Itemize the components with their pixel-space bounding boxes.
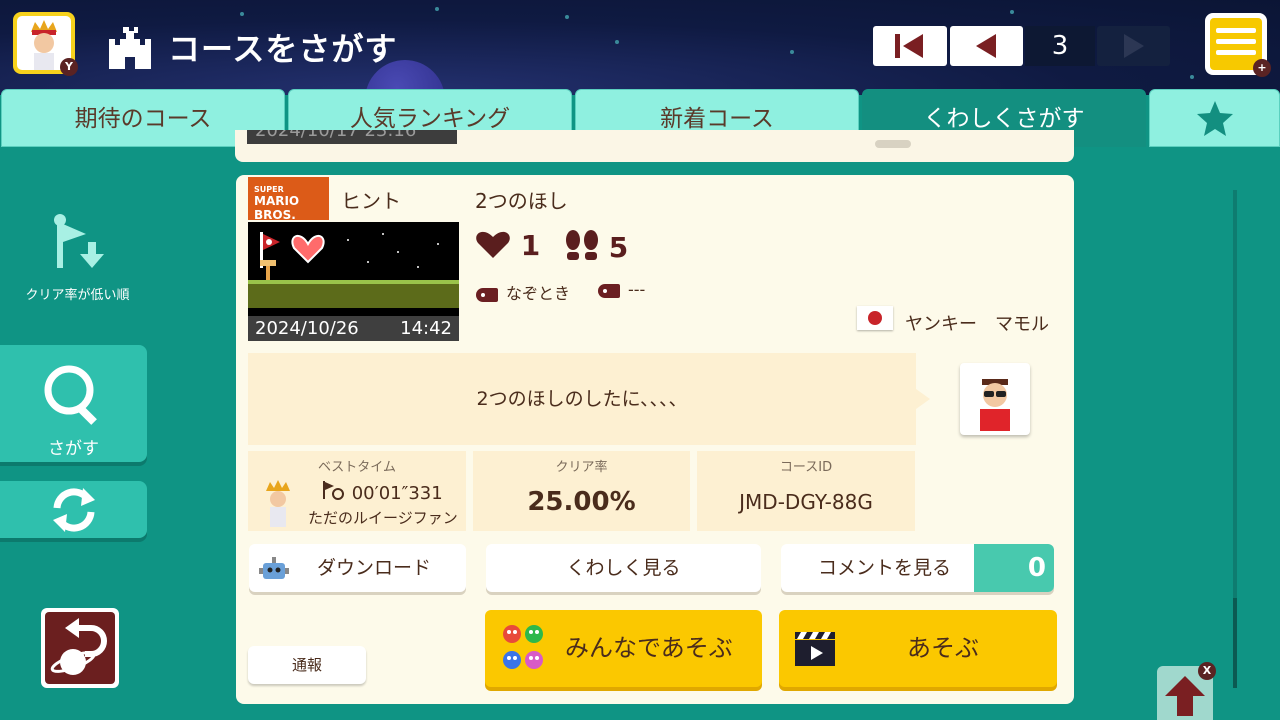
plus-button-badge: +: [1253, 59, 1271, 77]
first-page-button[interactable]: [873, 26, 947, 66]
upload-date: 2024/10/26: [255, 318, 359, 339]
skip-first-icon: [895, 34, 923, 58]
comment-count: 0: [974, 544, 1054, 592]
flag-timer-icon: [323, 481, 344, 500]
clapperboard-icon: [795, 632, 835, 666]
game-style-badge: SUPER MARIO BROS.: [248, 177, 329, 222]
star-decoration: [240, 12, 244, 16]
course-thumbnail[interactable]: 2024/10/26 14:42: [248, 222, 459, 341]
upload-time: 14:42: [400, 318, 452, 339]
likes-stat: 1: [475, 229, 540, 262]
search-label: さがす: [48, 439, 99, 459]
best-time-value: 00′01″331: [351, 483, 443, 504]
star-decoration: [615, 40, 619, 44]
tag-secondary: ---: [598, 280, 645, 299]
tag-icon: [476, 287, 498, 302]
view-comments-button[interactable]: コメントを見る 0: [781, 544, 1054, 592]
plays-count: 5: [608, 231, 629, 264]
multiplayer-play-button[interactable]: みんなであそぶ: [485, 610, 762, 687]
play-label: あそぶ: [907, 634, 979, 662]
style-badge-line1: SUPER: [254, 185, 284, 194]
scrollbar-thumb[interactable]: [1233, 598, 1237, 688]
star-decoration: [435, 7, 439, 11]
castle-icon: [109, 27, 151, 69]
back-button[interactable]: [41, 608, 119, 688]
download-button[interactable]: ダウンロード: [249, 544, 466, 592]
play-button[interactable]: あそぶ: [779, 610, 1057, 687]
search-button[interactable]: さがす: [0, 345, 147, 462]
course-description: 2つのほしのしたに、、、、: [248, 353, 930, 445]
sort-order-button[interactable]: クリア率が低い順: [0, 210, 155, 303]
star-decoration: [1010, 10, 1014, 14]
menu-button[interactable]: +: [1205, 13, 1271, 77]
flag-sort-down-icon: [53, 214, 104, 268]
refresh-button[interactable]: [0, 481, 147, 538]
sort-label: クリア率が低い順: [25, 288, 130, 303]
robot-download-icon: [259, 557, 289, 579]
report-button[interactable]: 通報: [248, 646, 366, 684]
multiplayer-icon: [503, 625, 543, 669]
arrow-left-icon: [976, 34, 996, 58]
comments-label: コメントを見る: [818, 557, 952, 579]
page-number: 3: [1025, 26, 1095, 66]
tag-secondary-label: ---: [628, 280, 646, 299]
course-name: ヒント: [341, 189, 401, 213]
star-decoration: [1190, 75, 1194, 79]
next-page-button[interactable]: [1097, 26, 1170, 66]
course-id-label: コースID: [779, 460, 833, 475]
view-details-button[interactable]: くわしく見る: [486, 544, 761, 592]
best-time-label: ベストタイム: [317, 460, 396, 475]
best-time-panel: ベストタイム 00′01″331 ただのルイージファン: [248, 451, 466, 531]
maker-avatar[interactable]: [960, 363, 1030, 435]
y-button-badge: Y: [60, 58, 78, 76]
footprints-icon: [566, 230, 598, 260]
multiplayer-play-label: みんなであそぶ: [565, 634, 733, 662]
japan-flag-icon: [857, 306, 893, 330]
course-id-value: JMD-DGY-88G: [739, 490, 873, 514]
best-time-holder[interactable]: ただのルイージファン: [308, 507, 458, 528]
refresh-icon: [52, 488, 95, 532]
avatar: [266, 480, 290, 527]
avatar: [980, 379, 1010, 431]
clear-rate-value: 25.00%: [527, 487, 636, 517]
style-badge-line2: MARIO BROS.: [254, 194, 300, 222]
course-id-panel: コースID JMD-DGY-88G: [697, 451, 915, 531]
star-decoration: [565, 15, 569, 19]
course-preview-image: [260, 232, 439, 282]
previous-flag: [875, 140, 911, 148]
clear-rate-panel: クリア率 25.00%: [473, 451, 690, 531]
maker-name[interactable]: ヤンキー マモル: [905, 310, 1049, 336]
tab-favorites[interactable]: [1149, 89, 1280, 147]
tag-icon: [598, 283, 620, 298]
likes-count: 1: [520, 229, 541, 262]
upload-datetime: 2024/10/26 14:42: [248, 316, 459, 341]
heart-icon: [476, 231, 510, 258]
page-title: コースをさがす: [168, 30, 398, 68]
plays-stat: 5: [565, 229, 628, 264]
scroll-top-button[interactable]: X: [1157, 662, 1216, 720]
best-time-row: 00′01″331: [320, 479, 443, 504]
previous-course-card[interactable]: 2024/10/17 23:16: [235, 130, 1074, 162]
course-title: 2つのほし: [475, 189, 568, 213]
download-label: ダウンロード: [317, 557, 432, 579]
back-arrow-icon: [50, 618, 107, 675]
previous-course-date: 2024/10/17 23:16: [247, 130, 457, 144]
x-button-badge: X: [1198, 662, 1216, 680]
tag-primary: なぞとき: [476, 280, 570, 304]
arrow-right-icon: [1124, 34, 1144, 58]
ground: [248, 284, 459, 308]
player-avatar-button[interactable]: Y: [13, 12, 78, 76]
previous-page-button[interactable]: [950, 26, 1023, 66]
star-decoration: [790, 50, 794, 54]
star-icon: [1196, 101, 1233, 136]
course-card: SUPER MARIO BROS. ヒント 2つのほし 2024/10/26 1…: [236, 175, 1074, 704]
header-bar: Y コースをさがす 3 +: [0, 0, 1280, 95]
tag-primary-label: なぞとき: [506, 284, 571, 303]
search-icon: [44, 365, 97, 425]
clear-rate-label: クリア率: [555, 460, 608, 475]
